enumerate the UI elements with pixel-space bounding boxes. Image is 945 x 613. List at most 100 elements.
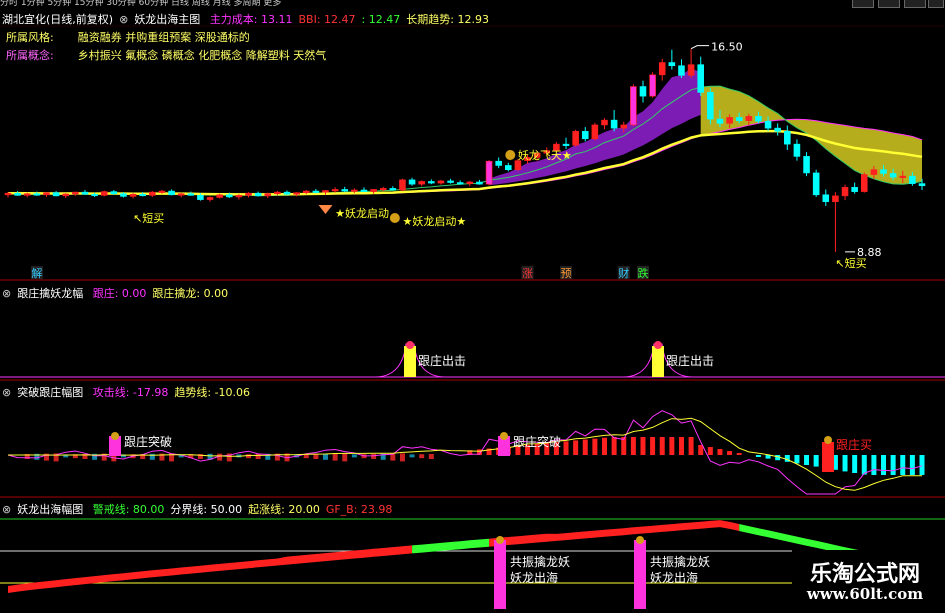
period-toolbar[interactable]: 分时 1分钟 5分钟 15分钟 30分钟 60分钟 日线 周线 月线 多周期 更… [0, 0, 945, 8]
candle [678, 65, 685, 76]
panel4-menu-icon[interactable]: ⊗ [2, 503, 11, 516]
candle [668, 62, 676, 67]
candle [245, 192, 252, 196]
p3-bar-up [707, 447, 713, 455]
signal-coin-1 [389, 213, 400, 223]
candle [129, 193, 137, 197]
candle [639, 86, 647, 97]
close-icon[interactable] [904, 0, 926, 8]
p3-bar-down [813, 455, 819, 467]
p3-small-bar [303, 454, 309, 459]
panel3-menu-icon[interactable]: ⊗ [2, 386, 11, 399]
menu-icon[interactable] [928, 0, 944, 8]
candle [764, 120, 772, 129]
candle [562, 143, 570, 146]
signal-qidong-1: ★妖龙启动 [335, 206, 389, 220]
panel3-title[interactable]: 突破跟庄幅图 [17, 386, 83, 399]
candle [514, 160, 522, 171]
p3-small-bar [351, 454, 357, 458]
candle [485, 160, 493, 185]
p4-signal-bar [494, 540, 506, 609]
candle [187, 193, 195, 196]
p4-signal-coin [636, 536, 644, 544]
event-marker-0: 解 [31, 266, 42, 280]
event-marker-1: 涨 [522, 267, 533, 280]
candle [697, 64, 704, 93]
panel2-title[interactable]: 跟庄擒妖龙幅 [17, 287, 83, 300]
p3-small-bar [428, 454, 434, 459]
p3-small-bar [342, 453, 348, 462]
panel2-menu-icon[interactable]: ⊗ [2, 287, 11, 300]
candle [206, 197, 214, 200]
candle [476, 181, 483, 185]
candle [52, 192, 60, 197]
panel4-param-3: GF_B: 23.98 [325, 503, 393, 516]
candle [832, 195, 839, 203]
candle [351, 189, 358, 192]
candle [226, 194, 233, 198]
p3-bar-down [919, 455, 925, 475]
p4-signal-coin [496, 536, 504, 544]
info-concept-row: 所属概念: 乡村振兴 氟概念 磷概念 化肥概念 降解塑料 天然气 [6, 47, 332, 63]
candle [899, 175, 907, 178]
panel3-param-0: 攻击线: -17.98 [92, 386, 169, 399]
p3-bar-up [688, 437, 694, 455]
p3-bar-up [678, 437, 684, 455]
candle [235, 195, 243, 198]
info-style-value: 融资融券 并购重组预案 深股通标的 [77, 31, 250, 44]
p3-small-bar [313, 454, 319, 459]
p3-small-bar [409, 454, 415, 458]
restore-icon[interactable] [878, 0, 900, 8]
p3-bar-up [669, 437, 675, 455]
main-param-1: BBI: 12.47 [298, 13, 356, 26]
event-marker-3: 财 [618, 266, 629, 280]
candle [149, 191, 156, 196]
candle [100, 191, 108, 196]
candle [216, 194, 223, 198]
p2-signal-bar [652, 346, 664, 377]
event-marker-4: 跌 [637, 266, 648, 280]
candle [803, 156, 810, 174]
minimize-icon[interactable] [852, 0, 874, 8]
high-price-label: 16.50 [711, 41, 743, 54]
candle [456, 182, 464, 185]
candle [274, 191, 281, 195]
main-params: 主力成本: 13.11 BBI: 12.47: 12.47 长期趋势: 12.93 [210, 13, 495, 26]
p4-label-b-0: 妖龙出海 [510, 570, 558, 585]
p3-bar-down [852, 455, 858, 473]
candle [389, 188, 397, 191]
chart-canvas: 16.508.88↖短买 ★妖龙启动★妖龙启动★妖龙飞天★↖短买解涨预财跌跟庄出击… [0, 25, 945, 609]
candle [168, 190, 175, 196]
indicator-icon[interactable]: ⊗ [119, 13, 128, 26]
candle [312, 190, 320, 193]
candle [447, 180, 454, 183]
p3-bar-up [650, 437, 656, 455]
signal-arrow-1 [318, 205, 333, 214]
p3-bar-up [582, 439, 588, 455]
p3-bar-up [736, 453, 742, 455]
p3-buy-label: 跟庄买 [836, 437, 872, 452]
p4-label-a-1: 共振擒龙妖 [650, 554, 710, 569]
p3-bar-up [717, 449, 723, 455]
panel4-title[interactable]: 妖龙出海幅图 [17, 503, 83, 516]
p3-bar-up [659, 437, 665, 455]
p3-bar-down [890, 455, 896, 475]
candle [707, 92, 714, 120]
panel3-params: 攻击线: -17.98 趋势线: -10.06 [93, 386, 256, 399]
p2-signal-label: 跟庄出击 [666, 353, 714, 368]
main-indicator-name[interactable]: 妖龙出海主图 [134, 13, 200, 26]
p3-buy-coin [824, 436, 832, 444]
candle [860, 174, 868, 192]
candle [841, 187, 849, 197]
p3-break-label-0: 跟庄突破 [124, 434, 172, 449]
p4-label-a-0: 共振擒龙妖 [510, 554, 570, 569]
candle [341, 189, 349, 192]
candle [4, 192, 12, 196]
candle [909, 175, 916, 184]
p3-break-coin [111, 432, 119, 440]
panel4-params: 警戒线: 80.00 分界线: 50.00 起涨线: 20.00 GF_B: 23.9… [93, 503, 399, 516]
candle [620, 124, 628, 129]
candle [62, 193, 70, 197]
stock-title[interactable]: 湖北宜化(日线,前复权) [2, 13, 113, 26]
p3-bar-down [794, 455, 800, 464]
